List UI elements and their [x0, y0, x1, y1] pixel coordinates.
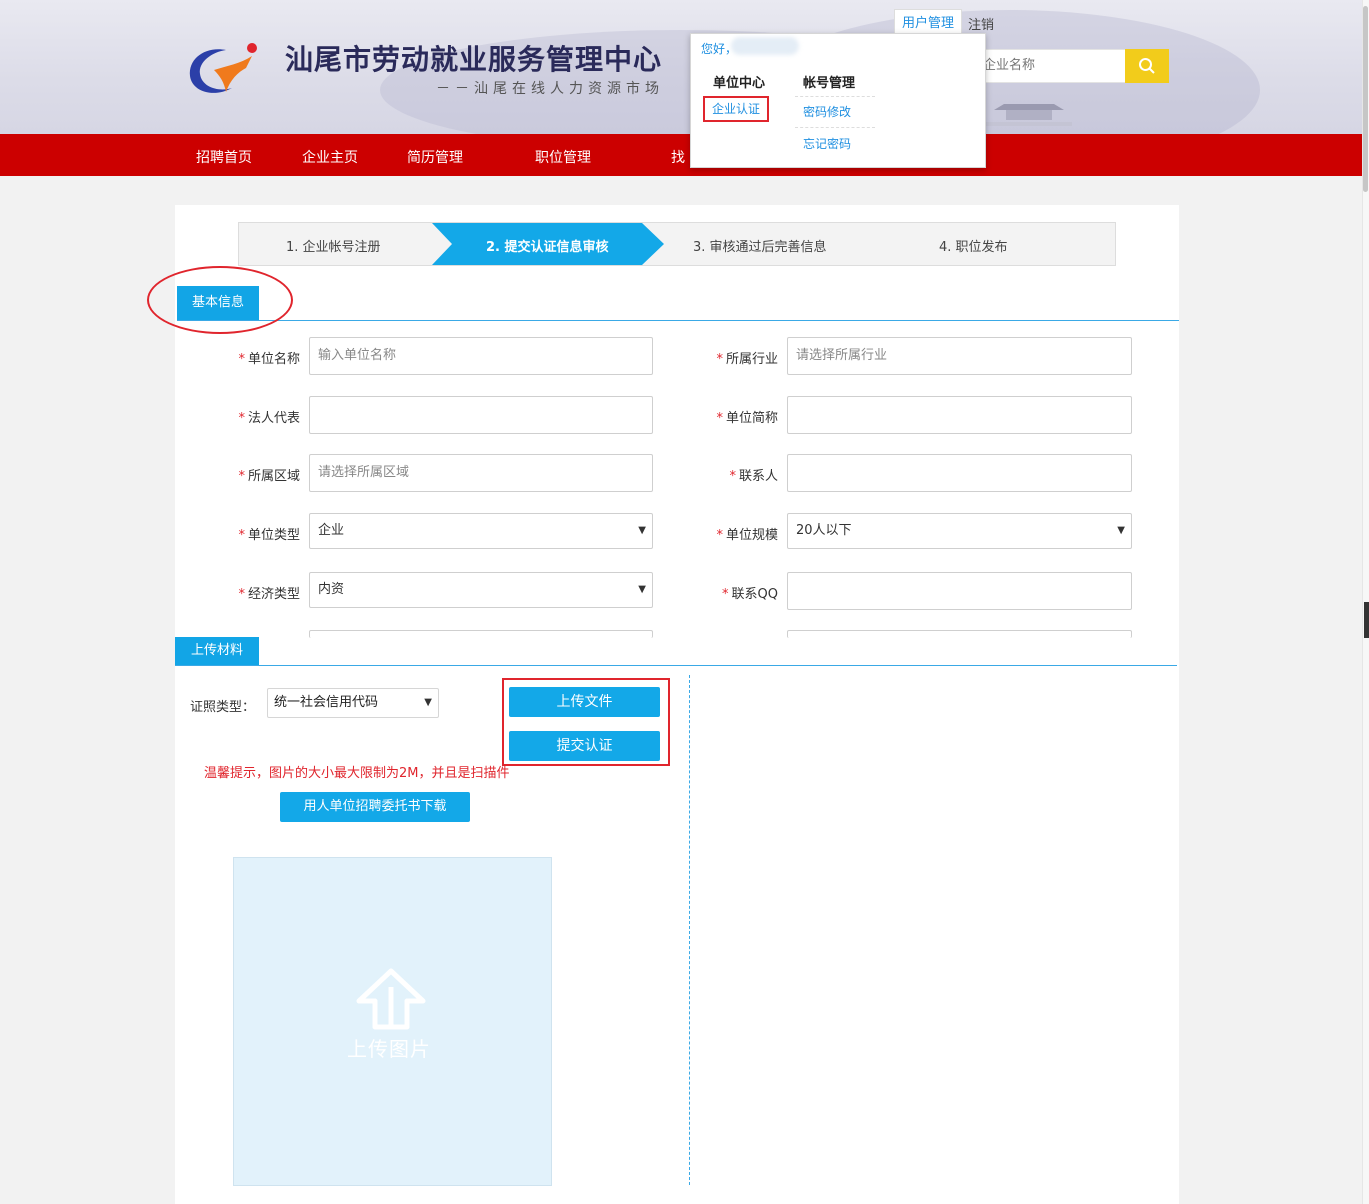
upload-arrow-icon: [356, 968, 426, 1030]
divider: [795, 96, 875, 97]
step-3: 3. 审核通过后完善信息: [693, 240, 827, 255]
short-name-label: * 单位简称: [716, 411, 778, 426]
step-2-label: 2. 提交认证信息审核: [486, 240, 609, 255]
industry-label: * 所属行业: [716, 352, 778, 367]
industry-input[interactable]: 请选择所属行业: [787, 337, 1132, 375]
pagoda-decoration-icon: [986, 104, 1072, 126]
econ-type-value: 内资: [318, 582, 345, 597]
qq-label: * 联系QQ: [722, 587, 778, 602]
qq-input[interactable]: [787, 572, 1132, 610]
scrollbar-thumb[interactable]: [1363, 6, 1368, 192]
region-label: * 所属区域: [238, 469, 300, 484]
upload-file-button[interactable]: 上传文件: [509, 687, 660, 717]
account-manage-heading: 帐号管理: [803, 76, 856, 91]
submit-certification-button[interactable]: 提交认证: [509, 731, 660, 761]
section-divider: [177, 320, 1179, 321]
vertical-divider: [689, 675, 690, 1185]
nav-item-recruit-home[interactable]: 招聘首页: [196, 147, 252, 167]
unit-scale-value: 20人以下: [796, 523, 852, 538]
nav-item-resume-manage[interactable]: 简历管理: [407, 147, 463, 167]
nav-item-company-home[interactable]: 企业主页: [302, 147, 358, 167]
license-type-select[interactable]: 统一社会信用代码 ▼: [267, 688, 439, 718]
short-name-input[interactable]: [787, 396, 1132, 434]
license-type-label: 证照类型：: [190, 700, 256, 715]
step-4: 4. 职位发布: [939, 240, 1008, 255]
cursor-icon: [1364, 602, 1369, 638]
next-row-input[interactable]: [309, 630, 653, 638]
unit-scale-select[interactable]: 20人以下 ▼: [787, 513, 1132, 549]
enterprise-certification-link[interactable]: 企业认证: [703, 96, 769, 122]
forgot-password-link[interactable]: 忘记密码: [803, 135, 851, 152]
econ-type-label: * 经济类型: [238, 587, 300, 602]
step-1: 1. 企业帐号注册: [286, 240, 381, 255]
user-manage-dropdown: 您好， 单位中心 帐号管理 企业认证 密码修改 忘记密码: [690, 33, 986, 168]
unit-type-value: 企业: [318, 523, 345, 538]
upload-tip: 温馨提示，图片的大小最大限制为2M，并且是扫描件: [204, 766, 510, 781]
site-title: 汕尾市劳动就业服务管理中心: [285, 43, 663, 76]
contact-label: * 联系人: [729, 469, 778, 484]
econ-type-select[interactable]: 内资 ▼: [309, 572, 653, 608]
change-password-link[interactable]: 密码修改: [803, 103, 851, 120]
highlight-ellipse: [147, 266, 293, 334]
chevron-down-icon: ▼: [638, 584, 646, 595]
license-type-value: 统一社会信用代码: [274, 695, 379, 710]
site-subtitle: －－汕尾在线人力资源市场: [436, 81, 664, 97]
unit-center-heading: 单位中心: [713, 76, 766, 91]
next-row-input[interactable]: [787, 630, 1132, 638]
download-authorization-button[interactable]: 用人单位招聘委托书下载: [280, 792, 470, 822]
section-divider: [175, 665, 1177, 666]
legal-rep-label: * 法人代表: [238, 411, 300, 426]
chevron-down-icon: ▼: [1117, 525, 1125, 536]
unit-name-label: * 单位名称: [238, 352, 300, 367]
site-logo-icon: [189, 43, 257, 93]
upload-materials-tab[interactable]: 上传材料: [175, 637, 259, 665]
unit-type-label: * 单位类型: [238, 528, 300, 543]
divider: [795, 127, 875, 128]
unit-name-input[interactable]: 输入单位名称: [309, 337, 653, 375]
search-icon: [1139, 58, 1155, 74]
blurred-username: [731, 37, 799, 55]
search-input[interactable]: [981, 50, 1123, 80]
chevron-down-icon: ▼: [424, 697, 432, 708]
nav-item-job-manage[interactable]: 职位管理: [535, 147, 591, 167]
region-input[interactable]: 请选择所属区域: [309, 454, 653, 492]
nav-item-find[interactable]: 找: [671, 147, 685, 167]
unit-type-select[interactable]: 企业 ▼: [309, 513, 653, 549]
legal-rep-input[interactable]: [309, 396, 653, 434]
chevron-down-icon: ▼: [638, 525, 646, 536]
search-box: [980, 49, 1126, 83]
unit-scale-label: * 单位规模: [716, 528, 778, 543]
upload-image-label: 上传图片: [347, 1037, 431, 1061]
contact-input[interactable]: [787, 454, 1132, 492]
logout-link[interactable]: 注销: [968, 14, 994, 33]
search-button[interactable]: [1125, 49, 1169, 83]
